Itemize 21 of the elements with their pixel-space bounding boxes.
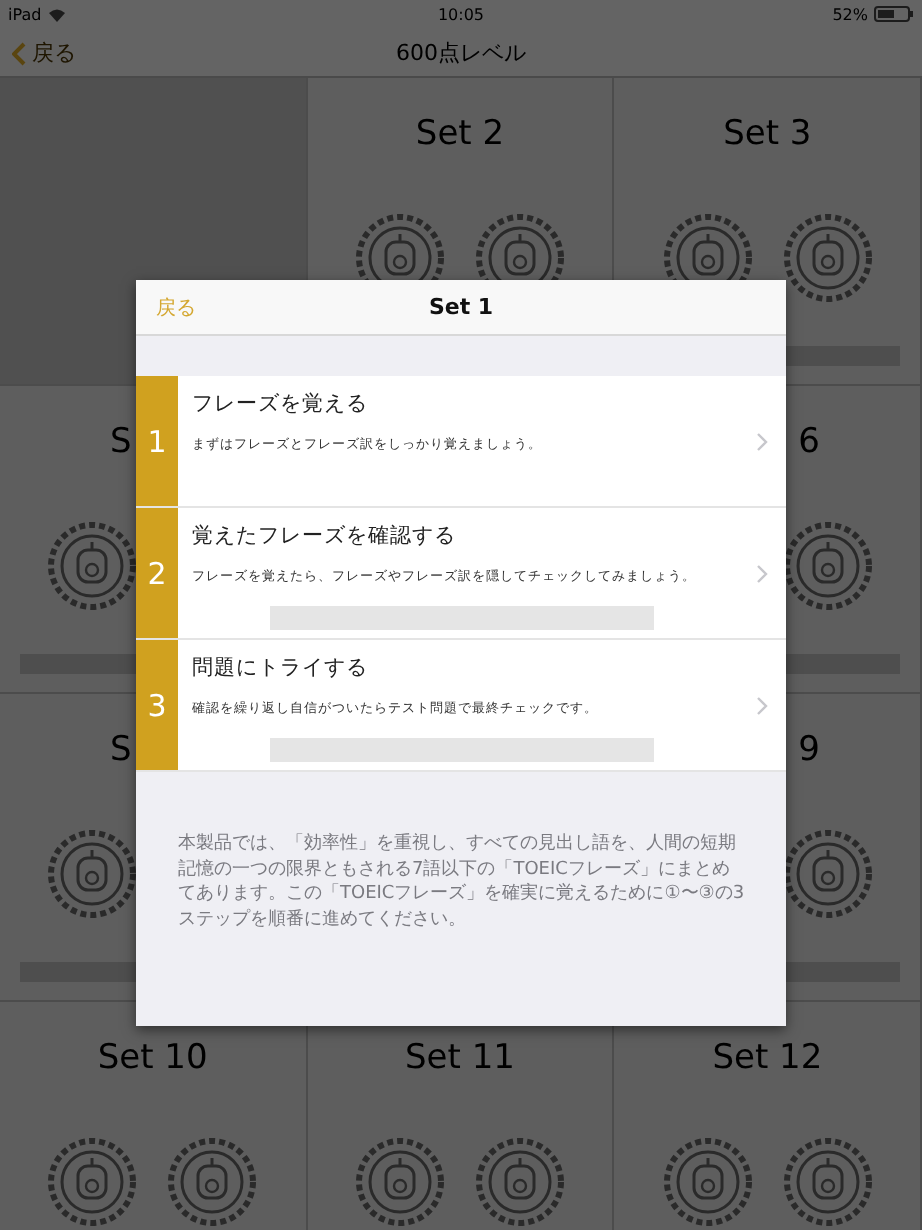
set-label: Set 3 [721, 114, 814, 154]
set-label: Set 10 [95, 1038, 210, 1078]
set-label: Set 12 [710, 1038, 825, 1078]
device-name: iPad [8, 5, 42, 23]
step-number: 3 [136, 640, 178, 770]
step-title: 問題にトライする [192, 654, 370, 682]
set-label: S [110, 730, 132, 770]
instructions-text: 本製品では、「効率性」を重視し、すべての見出し語を、人間の短期記憶の一つの限界ともされる7語以下の「TOEICフレーズ」にまとめてあります。この「TOEICフレーズ」を確実に覚えるために①〜③の3ステップを順番に進めてください。 [178, 832, 746, 932]
set-label: Set 2 [413, 114, 507, 154]
battery-percentage: 52% [832, 5, 868, 23]
page-title: 600点レベル [396, 37, 526, 67]
dialog-title: Set 1 [428, 294, 494, 320]
step-title: フレーズを覚える [192, 390, 370, 418]
set-label: Set 11 [403, 1038, 517, 1078]
step-number: 2 [136, 508, 178, 638]
step-number: 1 [136, 376, 178, 506]
set-label: 9 [798, 730, 820, 770]
clock-time: 10:05 [437, 5, 485, 23]
set-label: 6 [798, 422, 820, 462]
set-label: S [110, 422, 132, 462]
step-title: 覚えたフレーズを確認する [192, 522, 458, 550]
